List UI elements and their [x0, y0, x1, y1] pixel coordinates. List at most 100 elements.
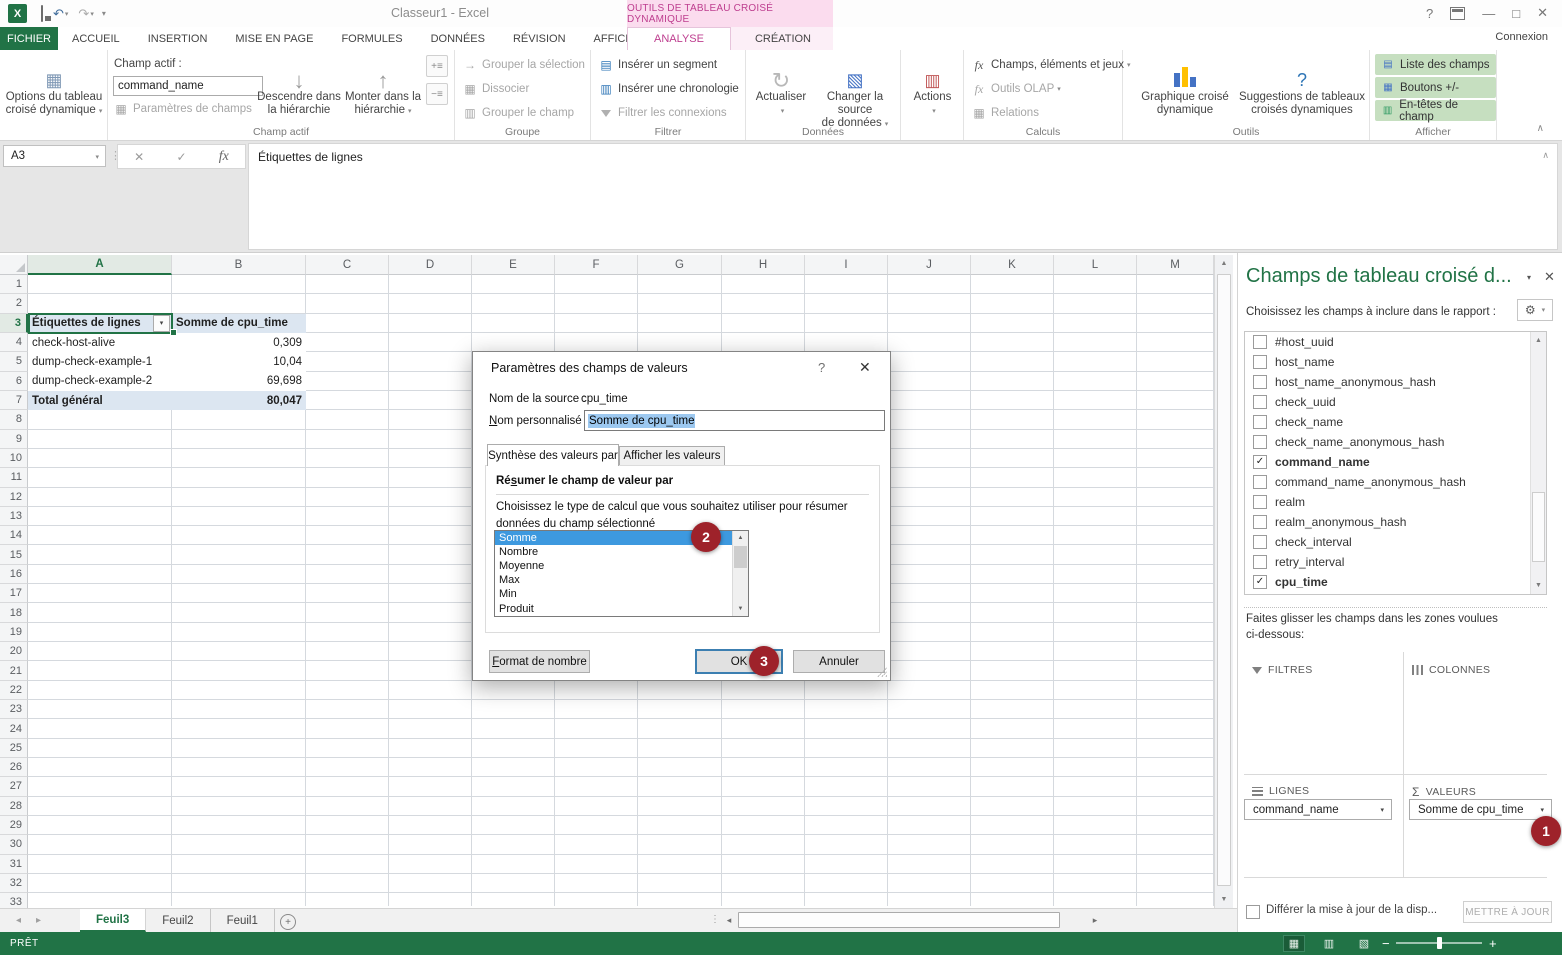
filtrer-connexions-button[interactable]: Filtrer les connexions	[598, 102, 727, 124]
column-header-a[interactable]: A	[28, 255, 172, 275]
actions-button[interactable]: ▥ Actions ▾	[905, 53, 960, 118]
inserer-segment-button[interactable]: ▤Insérer un segment	[598, 54, 717, 76]
zoom-in-icon[interactable]: +	[1489, 936, 1497, 951]
dialog-resize-grip[interactable]	[877, 667, 887, 677]
view-normal-icon[interactable]: ▦	[1283, 935, 1305, 952]
relations-button[interactable]: ▦Relations	[971, 102, 1039, 124]
ribbon-tab-accueil[interactable]: ACCUEIL	[58, 27, 134, 50]
scroll-down-icon[interactable]: ▼	[1531, 577, 1546, 594]
sheet-tab-feuil2[interactable]: Feuil2	[146, 909, 210, 932]
field-item-host-uuid[interactable]: #host_uuid	[1245, 332, 1546, 352]
redo-caret-icon[interactable]: ▾	[90, 10, 94, 18]
tab-synthese-valeurs[interactable]: Synthèse des valeurs par	[487, 444, 619, 466]
field-item-command-name-anonymous-hash[interactable]: command_name_anonymous_hash	[1245, 472, 1546, 492]
row-header-8[interactable]: 8	[0, 410, 28, 429]
scroll-up-icon[interactable]: ▲	[733, 531, 748, 545]
checkbox-check-uuid[interactable]	[1253, 395, 1267, 409]
grouper-champ-button[interactable]: ▥Grouper le champ	[462, 102, 574, 124]
field-item-command-name[interactable]: ✓command_name	[1245, 452, 1546, 472]
name-box-caret-icon[interactable]: ▾	[95, 153, 99, 161]
pane-options-caret-icon[interactable]: ▾	[1527, 273, 1531, 282]
field-item-check-name-anonymous-hash[interactable]: check_name_anonymous_hash	[1245, 432, 1546, 452]
redo-icon[interactable]: ↷	[78, 6, 89, 22]
collapse-ribbon-icon[interactable]: ∧	[1537, 123, 1544, 134]
row-header-7[interactable]: 7	[0, 391, 28, 410]
column-header-f[interactable]: F	[555, 255, 638, 275]
field-item-retry-interval[interactable]: retry_interval	[1245, 552, 1546, 572]
row-header-12[interactable]: 12	[0, 488, 28, 507]
ribbon-tab-donn-es[interactable]: DONNÉES	[417, 27, 499, 50]
tab-analyse-active[interactable]: ANALYSE	[627, 27, 731, 50]
column-header-b[interactable]: B	[172, 255, 306, 275]
account-connexion[interactable]: Connexion	[1495, 31, 1548, 43]
column-header-c[interactable]: C	[306, 255, 389, 275]
area-filtres[interactable]: FILTRES	[1252, 664, 1313, 676]
ribbon-tab-r-vision[interactable]: RÉVISION	[499, 27, 580, 50]
view-page-break-icon[interactable]: ▧	[1353, 935, 1375, 952]
cancel-entry-icon[interactable]: ✕	[134, 150, 144, 164]
name-box[interactable]: A3▾	[3, 145, 106, 167]
checkbox-realm-anonymous-hash[interactable]	[1253, 515, 1267, 529]
close-icon[interactable]: ✕	[1537, 5, 1548, 21]
select-all-corner[interactable]	[0, 255, 28, 275]
row-header-27[interactable]: 27	[0, 777, 28, 796]
tab-splitter-icon[interactable]: ⋮	[710, 914, 720, 925]
scroll-up-icon[interactable]: ▲	[1215, 255, 1233, 272]
insert-function-icon[interactable]: fx	[219, 149, 229, 165]
zoom-out-icon[interactable]: −	[1382, 936, 1390, 951]
area-lignes[interactable]: LIGNES	[1252, 785, 1309, 797]
en-tetes-de-champ-toggle[interactable]: ▥En-têtes de champ	[1375, 100, 1496, 121]
scroll-down-icon[interactable]: ▼	[733, 602, 748, 616]
row-header-9[interactable]: 9	[0, 430, 28, 449]
row-header-20[interactable]: 20	[0, 642, 28, 661]
parametres-de-champs-button[interactable]: ▦ Paramètres de champs	[113, 98, 252, 120]
ribbon-tab-insertion[interactable]: INSERTION	[134, 27, 222, 50]
inserer-chronologie-button[interactable]: ▥Insérer une chronologie	[598, 78, 739, 100]
annuler-button[interactable]: Annuler	[793, 650, 885, 673]
dialog-help-icon[interactable]: ?	[818, 360, 825, 375]
summary-option-min[interactable]: Min	[495, 587, 748, 601]
listbox-scroll-thumb[interactable]	[734, 546, 747, 568]
column-header-l[interactable]: L	[1054, 255, 1137, 275]
checkbox-retry-interval[interactable]	[1253, 555, 1267, 569]
scroll-left-icon[interactable]: ◂	[722, 914, 736, 927]
collapse-formula-bar-icon[interactable]: ∧	[1542, 150, 1549, 161]
tab-afficher-valeurs[interactable]: Afficher les valeurs	[619, 446, 725, 466]
minimize-icon[interactable]: —	[1482, 6, 1495, 21]
mettre-a-jour-button[interactable]: METTRE À JOUR	[1463, 901, 1552, 923]
field-item-cpu-time[interactable]: ✓cpu_time	[1245, 572, 1546, 592]
help-icon[interactable]: ?	[1426, 6, 1433, 21]
row-header-25[interactable]: 25	[0, 739, 28, 758]
collapse-field-button[interactable]: −≡	[426, 83, 448, 105]
row-header-5[interactable]: 5	[0, 352, 28, 371]
checkbox-host-uuid[interactable]	[1253, 335, 1267, 349]
confirm-entry-icon[interactable]: ✓	[176, 150, 186, 164]
checkbox-cpu-time[interactable]: ✓	[1253, 575, 1267, 589]
outils-olap-button[interactable]: fxOutils OLAP▾	[971, 78, 1061, 100]
row-header-10[interactable]: 10	[0, 449, 28, 468]
liste-des-champs-toggle[interactable]: ▤Liste des champs	[1375, 54, 1496, 75]
column-header-m[interactable]: M	[1137, 255, 1214, 275]
dissocier-button[interactable]: ▦Dissocier	[462, 78, 529, 100]
tab-creation[interactable]: CRÉATION	[733, 27, 833, 50]
suggestions-tableaux-button[interactable]: ? Suggestions de tableaux croisés dynami…	[1239, 53, 1365, 117]
vertical-scrollbar[interactable]: ▲ ▼	[1214, 255, 1233, 908]
horizontal-scroll-thumb[interactable]	[738, 912, 1060, 928]
row-header-22[interactable]: 22	[0, 681, 28, 700]
boutons-plus-moins-toggle[interactable]: ▦Boutons +/-	[1375, 77, 1496, 98]
changer-source-button[interactable]: ▧ Changer la source de données▾	[812, 53, 898, 131]
field-list-scroll-thumb[interactable]	[1532, 492, 1545, 562]
column-header-k[interactable]: K	[971, 255, 1054, 275]
ribbon-tab-mise-en-page[interactable]: MISE EN PAGE	[221, 27, 327, 50]
row-header-18[interactable]: 18	[0, 603, 28, 622]
checkbox-command-name-anonymous-hash[interactable]	[1253, 475, 1267, 489]
sheet-nav-right-icon[interactable]: ▸	[36, 915, 41, 926]
row-header-23[interactable]: 23	[0, 700, 28, 719]
scroll-up-icon[interactable]: ▲	[1531, 332, 1546, 349]
champs-elements-jeux-button[interactable]: fxChamps, éléments et jeux▾	[971, 54, 1130, 76]
horizontal-scrollbar[interactable]: ◂ ▸	[722, 912, 1102, 929]
summary-option-produit[interactable]: Produit	[495, 601, 748, 615]
active-field-input[interactable]: command_name	[113, 76, 263, 96]
listbox-scrollbar[interactable]: ▲ ▼	[732, 531, 748, 616]
area-valeurs[interactable]: ΣVALEURS	[1412, 785, 1476, 799]
